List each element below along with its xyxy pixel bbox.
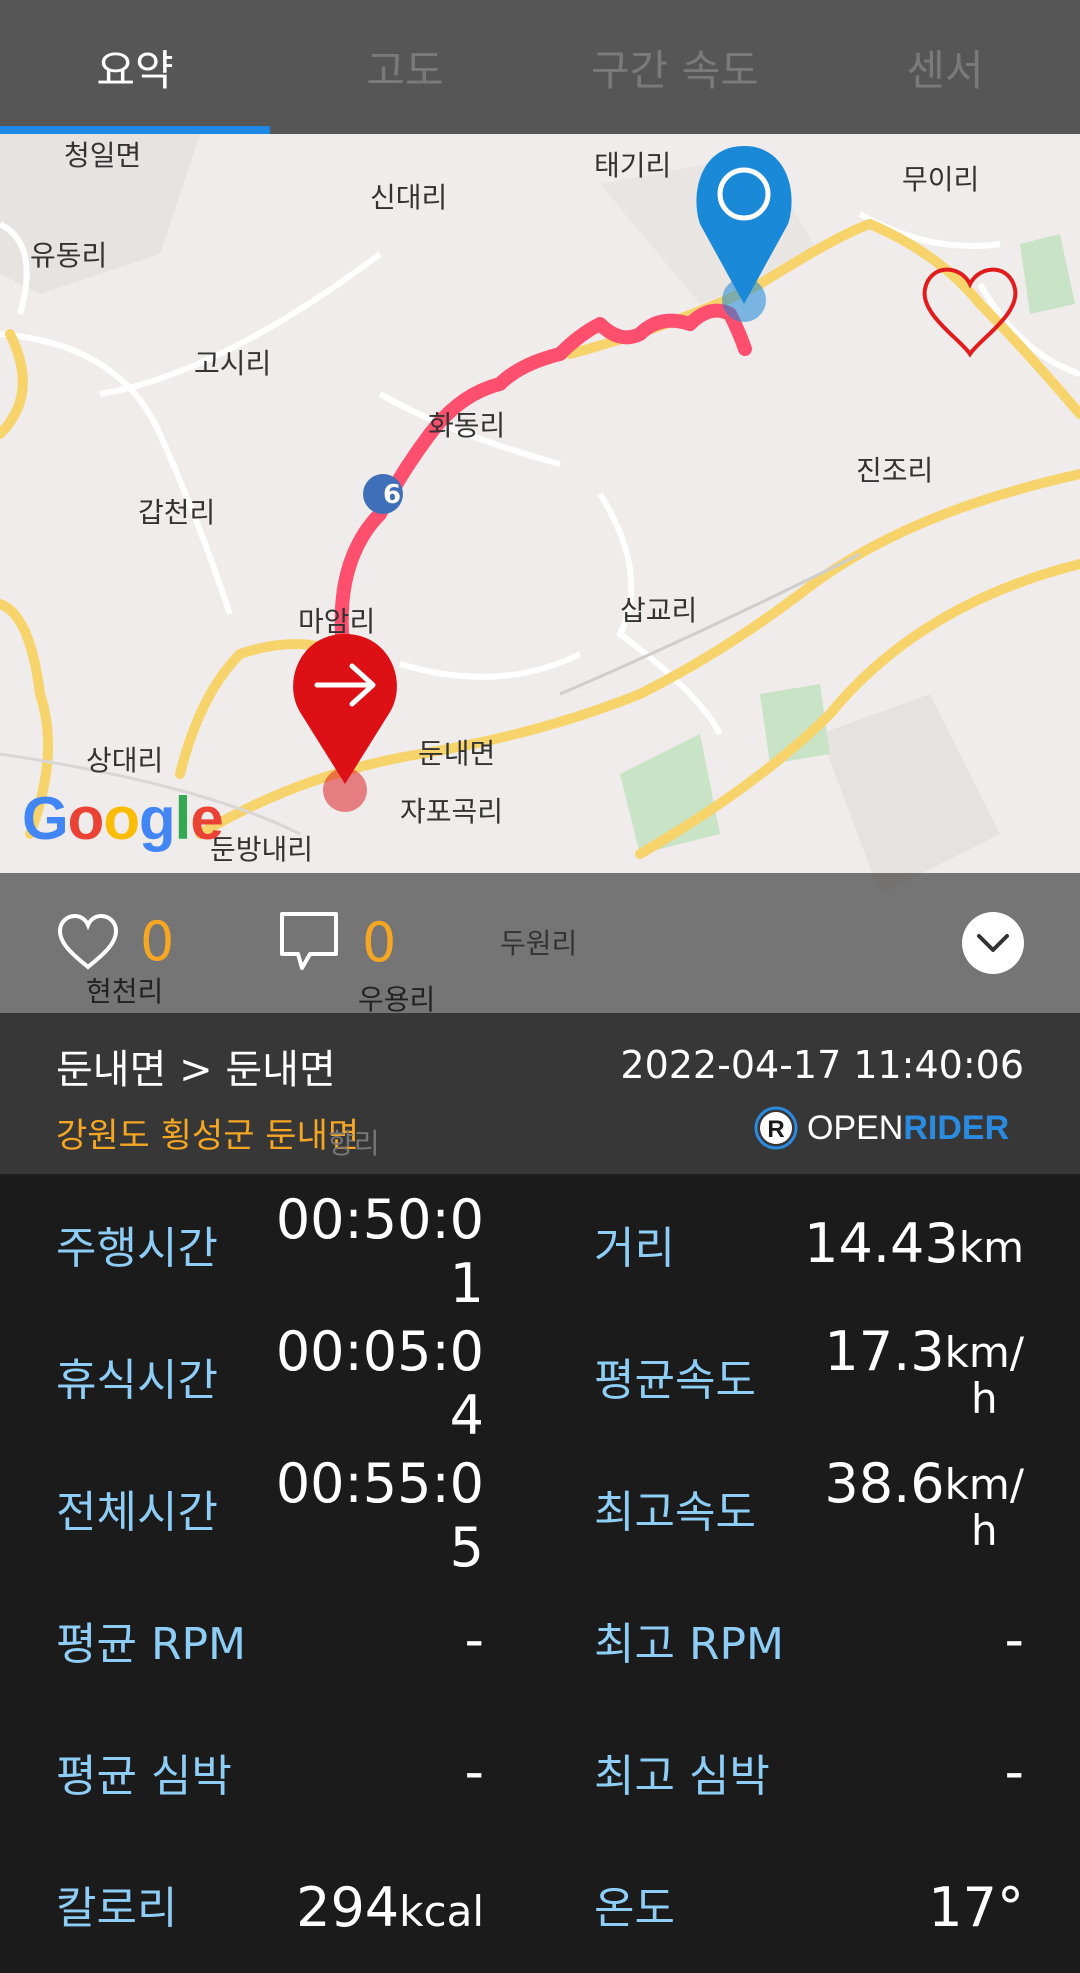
map-place-label: 화동리 [428, 409, 506, 442]
stat-label-rest-time: 휴식시간 [56, 1355, 218, 1406]
map-place-label: 유동리 [30, 239, 108, 272]
heart-icon [57, 913, 119, 970]
collapse-button[interactable] [962, 912, 1024, 974]
map-place-label: 둔방내리 [210, 833, 314, 866]
stat-value-max-rpm: - [1004, 1608, 1025, 1671]
ride-datetime: 2022-04-17 11:40:06 [620, 1043, 1024, 1087]
comment-icon [280, 912, 338, 970]
brand-rider: RIDER [903, 1108, 1010, 1147]
route-region: 강원도 횡성군 둔내면 [56, 1116, 360, 1156]
openrider-mark-icon: R [754, 1106, 798, 1150]
stat-value-calories: 294kcal [296, 1876, 484, 1939]
map-place-label: 자포곡리 [400, 795, 504, 828]
map-place-label: 상대리 [86, 744, 164, 777]
stat-value-rest-time: 00:05:0 4 [275, 1320, 484, 1447]
stat-label-avg-heart-rate: 평균 심박 [56, 1751, 232, 1802]
like-count: 0 [140, 910, 175, 973]
stat-value-temperature: 17° [928, 1876, 1024, 1939]
brand-open: OPEN [807, 1108, 904, 1147]
tab-summary[interactable]: 요약 [0, 0, 270, 134]
stat-label-max-speed: 최고속도 [594, 1487, 756, 1538]
route-number-badge: 6 [383, 480, 402, 510]
chevron-down-icon [977, 934, 1009, 952]
stat-value-max-speed: 38.6 km/h [824, 1452, 1024, 1555]
map-place-label: 마암리 [298, 605, 376, 638]
route-track [334, 303, 752, 641]
tab-bar: 요약 고도 구간 속도 센서 [0, 0, 1080, 134]
stat-value-distance: 14.43km [804, 1212, 1024, 1275]
svg-text:R: R [767, 1116, 784, 1143]
route-title: 둔내면 > 둔내면 [56, 1047, 336, 1093]
map-place-label: 신대리 [370, 181, 448, 214]
stat-value-total-time: 00:55:0 5 [275, 1452, 484, 1579]
stat-label-total-time: 전체시간 [56, 1487, 218, 1538]
stat-label-calories: 칼로리 [56, 1883, 178, 1934]
comment-count: 0 [362, 910, 397, 974]
tab-elevation[interactable]: 고도 [270, 0, 540, 134]
map-place-label: 진조리 [856, 454, 934, 487]
stat-value-ride-time: 00:50:0 1 [275, 1188, 484, 1315]
stat-label-temperature: 온도 [594, 1883, 675, 1934]
stat-label-max-rpm: 최고 RPM [594, 1619, 785, 1670]
map-place-label: 삽교리 [620, 594, 698, 627]
stat-label-avg-speed: 평균속도 [594, 1355, 756, 1406]
stat-label-max-heart-rate: 최고 심박 [594, 1751, 770, 1802]
map-place-label: 현천리 [86, 975, 164, 1008]
map-place-label: 갑천리 [138, 496, 216, 529]
map-place-label: 고시리 [194, 347, 272, 380]
comment-counter[interactable]: 0 [276, 910, 396, 974]
map-place-label: 향리 [328, 1127, 380, 1160]
stat-label-avg-rpm: 평균 RPM [56, 1619, 247, 1670]
like-counter[interactable]: 0 [56, 910, 174, 973]
map-place-label: 둔내면 [418, 737, 496, 770]
stat-label-ride-time: 주행시간 [56, 1223, 218, 1274]
tab-segment-speed[interactable]: 구간 속도 [540, 0, 810, 134]
map-place-label: 태기리 [594, 149, 672, 182]
tab-sensor[interactable]: 센서 [810, 0, 1080, 134]
openrider-logo: R OPEN RIDER [753, 1105, 1009, 1151]
map-place-label: 두원리 [500, 927, 578, 960]
stat-label-distance: 거리 [594, 1223, 675, 1274]
stat-value-avg-rpm: - [464, 1608, 485, 1671]
map-place-label: 우용리 [358, 983, 436, 1016]
google-logo: Google [22, 785, 224, 852]
stat-value-avg-heart-rate: - [464, 1740, 485, 1803]
stat-value-avg-speed: 17.3 km/h [824, 1320, 1024, 1423]
stat-value-max-heart-rate: - [1004, 1740, 1025, 1803]
map-place-label: 무이리 [902, 163, 980, 196]
map-place-label: 청일면 [64, 139, 142, 172]
